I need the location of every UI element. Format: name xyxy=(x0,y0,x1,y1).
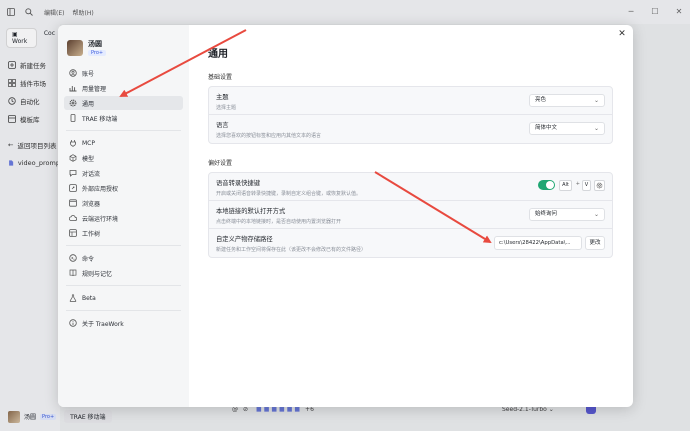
nav-divider xyxy=(66,310,181,311)
settings-nav-label: 外部应用授权 xyxy=(82,185,119,193)
settings-nav-label: 规则与记忆 xyxy=(82,270,113,278)
settings-nav-item-8[interactable]: 浏览器 xyxy=(64,196,183,210)
settings-nav-item-12[interactable]: 规则与记忆 xyxy=(64,266,183,280)
settings-profile: 汤圆 Pro+ xyxy=(67,39,189,56)
chevron-down-icon: ⌄ xyxy=(593,125,599,132)
nav-divider xyxy=(66,245,181,246)
settings-nav-item-11[interactable]: 命令 xyxy=(64,251,183,265)
settings-nav-label: 浏览器 xyxy=(82,200,101,208)
mobile-icon xyxy=(69,114,77,122)
plug-icon xyxy=(69,139,77,147)
settings-nav-item-1[interactable]: 用量管理 xyxy=(64,81,183,95)
settings-modal: 汤圆 Pro+ 账号 用量管理 通用 TRAE 移动端 MCP 模型 对话流 外部应用授权 浏览… xyxy=(58,25,633,407)
voice-toggle[interactable] xyxy=(538,180,555,190)
settings-nav-label: MCP xyxy=(82,139,95,147)
prefs-settings-card: 语音转录快捷键 开启或关闭语音转录快捷键，录制自定义组合键，或恢复默认值。 Al… xyxy=(208,172,613,258)
reset-shortcut-button[interactable] xyxy=(594,180,605,191)
theme-row: 主题 选择主题 亮色 ⌄ xyxy=(209,87,612,115)
nav-divider xyxy=(66,285,181,286)
basic-settings-card: 主题 选择主题 亮色 ⌄ 语言 选择您喜欢的按钮标签和应用内其他文本的语言 简体… xyxy=(208,86,613,144)
voice-shortcut-row: 语音转录快捷键 开启或关闭语音转录快捷键，录制自定义组合键，或恢复默认值。 Al… xyxy=(209,173,612,201)
gear-icon xyxy=(69,99,77,107)
settings-nav-item-5[interactable]: 模型 xyxy=(64,151,183,165)
settings-nav-label: 用量管理 xyxy=(82,85,107,93)
settings-nav-item-0[interactable]: 账号 xyxy=(64,66,183,80)
terminal-icon xyxy=(69,254,77,262)
language-select[interactable]: 简体中文 ⌄ xyxy=(529,122,605,135)
settings-nav-label: 工作树 xyxy=(82,230,101,238)
section-title-prefs: 偏好设置 xyxy=(208,160,233,167)
settings-nav-item-2[interactable]: 通用 xyxy=(64,96,183,110)
key-plus: + xyxy=(575,181,580,187)
chevron-down-icon: ⌄ xyxy=(593,97,599,104)
settings-nav-item-14[interactable]: 关于 TraeWork xyxy=(64,316,183,330)
settings-nav-item-3[interactable]: TRAE 移动端 xyxy=(64,111,183,125)
settings-nav-label: 对话流 xyxy=(82,170,101,178)
language-row: 语言 选择您喜欢的按钮标签和应用内其他文本的语言 简体中文 ⌄ xyxy=(209,115,612,143)
settings-nav-label: 模型 xyxy=(82,155,95,163)
close-icon[interactable]: ✕ xyxy=(617,29,627,39)
change-path-button[interactable]: 更改 xyxy=(585,236,605,250)
chevron-down-icon: ⌄ xyxy=(593,211,599,218)
key-v[interactable]: V xyxy=(582,180,591,191)
settings-content: 通用 基础设置 主题 选择主题 亮色 ⌄ 语言 选择您喜欢的按钮标签和应用内其他… xyxy=(208,25,613,258)
nav-divider xyxy=(66,130,181,131)
browser-icon xyxy=(69,199,77,207)
link-open-row: 本地链接的默认打开方式 点击终端中的本地链接时，是否自动使用内置浏览器打开 始终… xyxy=(209,201,612,229)
info-icon xyxy=(69,319,77,327)
settings-nav-item-4[interactable]: MCP xyxy=(64,136,183,150)
page-title: 通用 xyxy=(208,49,228,60)
settings-nav-item-9[interactable]: 云端运行环境 xyxy=(64,211,183,225)
key-alt[interactable]: Alt xyxy=(559,180,572,191)
tree-icon xyxy=(69,229,77,237)
settings-nav-label: 关于 TraeWork xyxy=(82,320,124,328)
settings-nav-label: Beta xyxy=(82,294,96,302)
flask-icon xyxy=(69,294,77,302)
output-path-input[interactable]: c:\Users\28422\AppData\... xyxy=(494,236,582,250)
settings-sidebar: 汤圆 Pro+ 账号用量管理通用 TRAE 移动端 MCP 模型对话流外部应用授权 浏览… xyxy=(58,25,189,407)
book-icon xyxy=(69,269,77,277)
settings-nav-item-13[interactable]: Beta xyxy=(64,291,183,305)
chat-icon xyxy=(69,169,77,177)
settings-nav-label: 通用 xyxy=(82,100,95,108)
user-icon xyxy=(69,69,77,77)
settings-nav-item-6[interactable]: 对话流 xyxy=(64,166,183,180)
cube-icon xyxy=(69,154,77,162)
chart-icon xyxy=(69,84,77,92)
gear-icon xyxy=(596,182,603,189)
pro-badge: Pro+ xyxy=(88,50,107,56)
settings-nav-label: 命令 xyxy=(82,255,95,263)
link-open-select[interactable]: 始终询问 ⌄ xyxy=(529,208,605,221)
settings-nav-item-10[interactable]: 工作树 xyxy=(64,226,183,240)
cloud-icon xyxy=(69,214,77,222)
output-path-row: 自定义产物存储路径 新建任务和工作空间将保存在此（该更改不会修改已有的文件路径）… xyxy=(209,229,612,257)
profile-name: 汤圆 xyxy=(88,40,102,48)
settings-nav-label: TRAE 移动端 xyxy=(82,115,118,123)
settings-nav-label: 云端运行环境 xyxy=(82,215,119,223)
avatar xyxy=(67,39,83,56)
settings-nav-label: 账号 xyxy=(82,70,95,78)
settings-nav-item-7[interactable]: 外部应用授权 xyxy=(64,181,183,195)
link-icon xyxy=(69,184,77,192)
section-title-basic: 基础设置 xyxy=(208,74,233,81)
theme-select[interactable]: 亮色 ⌄ xyxy=(529,94,605,107)
settings-nav: 账号用量管理通用 TRAE 移动端 MCP 模型对话流外部应用授权 浏览器云端运行环境工… xyxy=(58,66,189,330)
